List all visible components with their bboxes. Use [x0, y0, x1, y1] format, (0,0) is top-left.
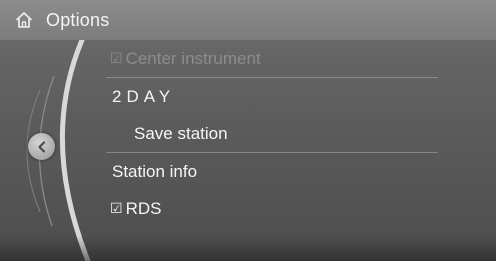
- menu-item-rds[interactable]: ☑ RDS: [106, 190, 438, 227]
- menu-item-label: 2DAY: [112, 86, 176, 106]
- checkbox-icon[interactable]: ☑: [110, 200, 123, 217]
- back-button[interactable]: [28, 133, 55, 160]
- page-title: Options: [46, 9, 110, 30]
- menu-item-center-instrument: ☑ Center instrument: [106, 40, 438, 77]
- options-menu: ☑ Center instrument 2DAY Save station St…: [106, 40, 438, 227]
- header-bar: Options: [0, 0, 496, 40]
- checkbox-icon: ☑: [110, 50, 123, 66]
- menu-item-label: Station info: [112, 161, 198, 181]
- chevron-left-icon: [35, 140, 49, 154]
- menu-item-label: Center instrument: [125, 48, 261, 68]
- menu-item-2day[interactable]: 2DAY: [106, 78, 438, 115]
- menu-item-label: Save station: [134, 123, 228, 143]
- menu-item-label: RDS: [125, 198, 162, 218]
- options-screen: Options ☑ Center instrument 2DAY Save st…: [0, 0, 496, 261]
- menu-item-station-info[interactable]: Station info: [106, 153, 438, 190]
- menu-item-save-station[interactable]: Save station: [106, 115, 438, 152]
- header-content: Options: [14, 8, 109, 32]
- home-icon[interactable]: [14, 10, 34, 30]
